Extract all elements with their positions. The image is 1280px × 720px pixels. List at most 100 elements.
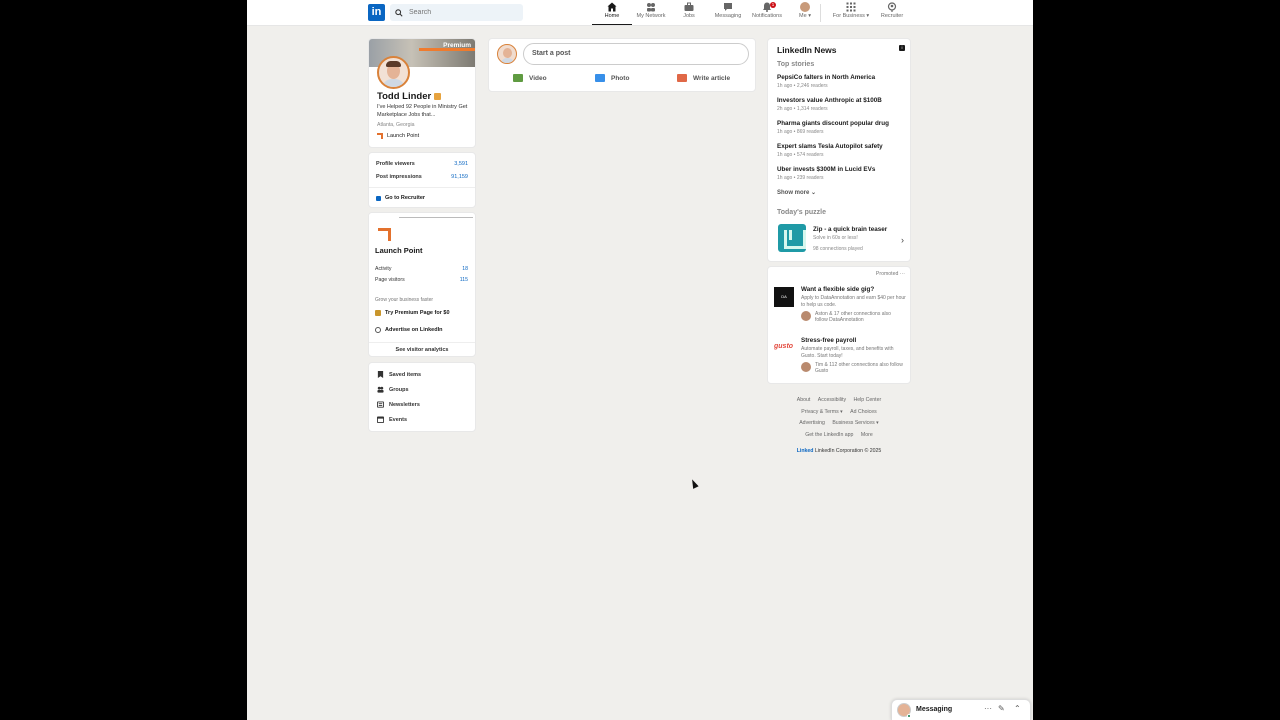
saved-items-label: Saved items — [389, 371, 422, 378]
nav-messaging[interactable]: Messaging — [708, 2, 748, 24]
info-icon[interactable]: i — [899, 45, 905, 51]
profile-viewers-label: Profile viewers — [376, 161, 415, 167]
see-visitor-analytics-link[interactable]: See visitor analytics — [369, 347, 475, 353]
footer-link-business-services[interactable]: Business Services ▾ — [832, 420, 878, 426]
page-visitors-label: Page visitors — [375, 277, 405, 283]
ad-headline[interactable]: Want a flexible side gig? — [801, 286, 874, 293]
avatar[interactable] — [497, 44, 517, 64]
search-input[interactable] — [409, 9, 519, 16]
news-story[interactable]: Uber invests $300M in Lucid EVs 1h ago •… — [777, 166, 907, 181]
news-story[interactable]: Expert slams Tesla Autopilot safety 1h a… — [777, 143, 907, 158]
top-navigation: in Home My Network Jobs Messaging 1 Noti… — [247, 0, 1033, 26]
news-story[interactable]: Investors value Anthropic at $100B 2h ag… — [777, 97, 907, 112]
nav-me[interactable]: Me ▾ — [785, 2, 825, 24]
news-story[interactable]: PepsiCo falters in North America 1h ago … — [777, 74, 907, 89]
linkedin-page: in Home My Network Jobs Messaging 1 Noti… — [247, 0, 1033, 720]
footer-link-about[interactable]: About — [797, 397, 811, 403]
video-label: Video — [529, 74, 547, 82]
footer-link-ad-choices[interactable]: Ad Choices — [850, 409, 877, 415]
footer-links: Get the LinkedIn app More — [767, 432, 911, 438]
notification-badge: 1 — [770, 2, 776, 8]
divider — [369, 342, 475, 343]
avatar — [801, 362, 811, 372]
nav-jobs[interactable]: Jobs — [669, 2, 709, 24]
profile-viewers-row[interactable]: Profile viewers 3,591 — [376, 161, 468, 167]
start-post-button[interactable]: Start a post — [523, 43, 749, 65]
activity-label: Activity — [375, 266, 392, 272]
nav-recruiter[interactable]: Recruiter — [872, 2, 912, 24]
nav-divider — [820, 4, 821, 22]
more-options-icon[interactable]: ··· — [984, 704, 992, 713]
ad-connections-text: Tim & 112 other connections also follow … — [815, 362, 903, 374]
story-meta: 2h ago • 1,314 readers — [777, 106, 828, 112]
saved-items-link[interactable]: Saved items — [377, 371, 421, 378]
gusto-logo-icon[interactable]: gusto — [774, 343, 793, 350]
news-story[interactable]: Pharma giants discount popular drug 1h a… — [777, 120, 907, 135]
footer-link-privacy[interactable]: Privacy & Terms ▾ — [801, 409, 842, 415]
go-to-recruiter-link[interactable]: Go to Recruiter — [376, 195, 425, 201]
company-name[interactable]: Launch Point — [375, 246, 423, 255]
nav-home[interactable]: Home — [592, 2, 632, 25]
story-headline: Pharma giants discount popular drug — [777, 120, 889, 127]
briefcase-icon — [684, 2, 694, 11]
try-premium-page-link[interactable]: Try Premium Page for $0 — [375, 310, 450, 316]
post-impressions-row[interactable]: Post impressions 91,159 — [376, 174, 468, 180]
messaging-bar[interactable]: Messaging ··· ✎ ⌃ — [891, 699, 1031, 720]
nav-my-network[interactable]: My Network — [631, 2, 671, 24]
avatar — [800, 2, 810, 12]
promoted-label[interactable]: Promoted ··· — [876, 271, 905, 277]
groups-link[interactable]: Groups — [377, 386, 409, 393]
chevron-up-icon[interactable]: ⌃ — [1014, 704, 1021, 713]
story-headline: Expert slams Tesla Autopilot safety — [777, 143, 883, 150]
footer-link-accessibility[interactable]: Accessibility — [818, 397, 846, 403]
compose-icon[interactable]: ✎ — [998, 704, 1005, 713]
story-meta: 1h ago • 239 readers — [777, 175, 824, 181]
footer-link-get-app[interactable]: Get the LinkedIn app — [805, 432, 853, 438]
footer-link-help-center[interactable]: Help Center — [854, 397, 882, 403]
linkedin-logo-icon[interactable]: in — [368, 4, 385, 21]
photo-label: Photo — [611, 74, 630, 82]
nav-messaging-label: Messaging — [714, 13, 742, 19]
groups-label: Groups — [389, 386, 409, 393]
nav-recruiter-label: Recruiter — [880, 13, 904, 19]
page-visitors-row[interactable]: Page visitors 115 — [375, 277, 468, 283]
profile-name[interactable]: Todd Linder — [377, 91, 442, 102]
video-button[interactable]: Video — [513, 74, 547, 82]
share-box: Start a post Video Photo Write article — [488, 38, 756, 92]
article-icon — [677, 74, 687, 82]
nav-for-business[interactable]: For Business ▾ — [825, 2, 877, 24]
profile-card[interactable]: Premium Todd Linder I've Helped 92 Peopl… — [368, 38, 476, 148]
nav-jobs-label: Jobs — [683, 13, 695, 19]
launch-point-logo-icon[interactable] — [376, 226, 390, 240]
nav-notifications-label: Notifications — [752, 13, 782, 19]
zip-puzzle-icon[interactable] — [778, 224, 806, 252]
profile-avatar[interactable] — [377, 56, 410, 89]
advertise-link[interactable]: Advertise on LinkedIn — [375, 327, 442, 333]
events-link[interactable]: Events — [377, 416, 407, 423]
advertise-icon — [375, 327, 381, 333]
photo-button[interactable]: Photo — [595, 74, 629, 82]
show-more-button[interactable]: Show more ⌄ — [777, 189, 816, 196]
newsletter-icon — [377, 401, 384, 408]
activity-row[interactable]: Activity 18 — [375, 266, 468, 272]
chevron-right-icon[interactable]: › — [901, 235, 904, 245]
story-meta: 1h ago • 574 readers — [777, 152, 824, 158]
nav-me-label: Me ▾ — [799, 13, 811, 19]
footer-link-advertising[interactable]: Advertising — [799, 420, 825, 426]
video-icon — [513, 74, 523, 82]
footer-link-more[interactable]: More — [861, 432, 873, 438]
write-article-button[interactable]: Write article — [677, 74, 730, 82]
nav-notifications[interactable]: 1 Notifications — [747, 2, 787, 24]
online-status-icon — [907, 714, 911, 718]
ad-connections: Aston & 17 other connections also follow… — [801, 311, 905, 323]
ad-connections: Tim & 112 other connections also follow … — [801, 362, 905, 374]
newsletters-link[interactable]: Newsletters — [377, 401, 420, 408]
recruiter-icon — [376, 195, 381, 201]
dataannotation-logo-icon[interactable]: DA — [774, 287, 794, 307]
search-bar[interactable] — [390, 4, 523, 21]
ad-headline[interactable]: Stress-free payroll — [801, 337, 856, 344]
profile-company[interactable]: Launch Point — [377, 133, 419, 139]
write-article-label: Write article — [693, 74, 731, 82]
footer-links: Privacy & Terms ▾ Ad Choices — [767, 409, 911, 415]
puzzle-name[interactable]: Zip - a quick brain teaser — [813, 226, 887, 233]
